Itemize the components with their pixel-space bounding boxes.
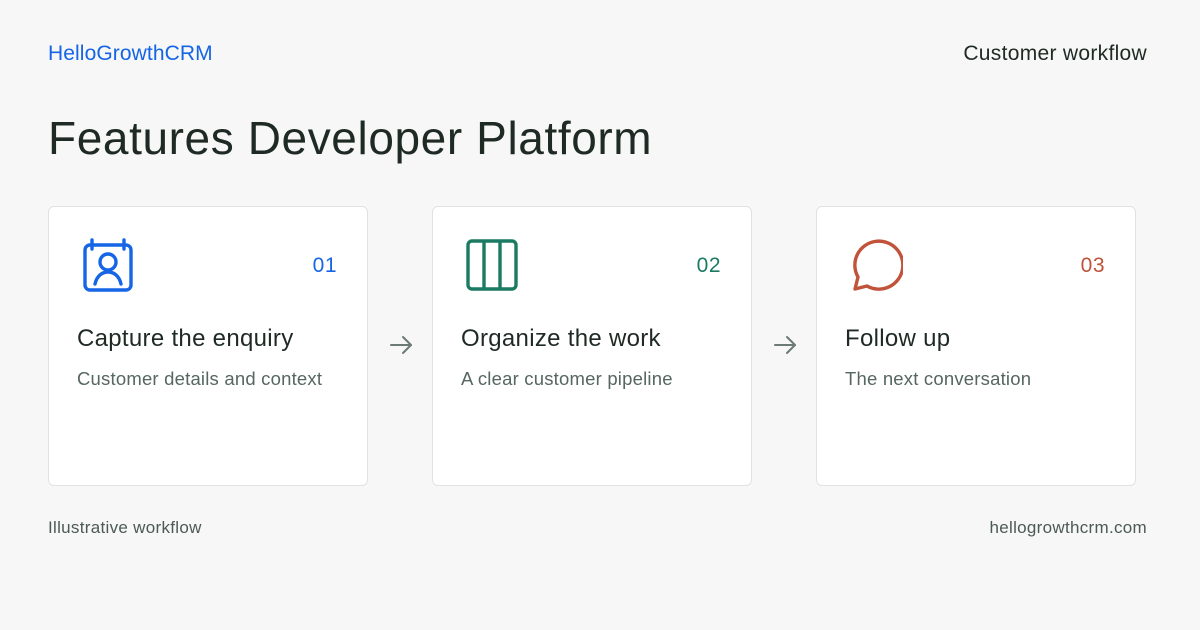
contact-card-icon: [81, 238, 135, 292]
step-title: Follow up: [845, 325, 951, 352]
step-number: 03: [1080, 254, 1105, 277]
step-title: Organize the work: [461, 325, 661, 352]
step-description: A clear customer pipeline: [461, 368, 673, 389]
footer-note: Illustrative workflow: [48, 518, 202, 537]
step-number: 02: [696, 254, 721, 277]
workflow-steps: 01 Capture the enquiry Customer details …: [48, 206, 1136, 486]
step-title: Capture the enquiry: [77, 325, 294, 352]
step-description: Customer details and context: [77, 368, 323, 389]
page-title: Features Developer Platform: [48, 112, 653, 164]
section-label: Customer workflow: [963, 42, 1147, 65]
step-card-organize: 02 Organize the work A clear customer pi…: [432, 206, 752, 486]
step-number: 01: [312, 254, 337, 277]
chat-bubble-icon: [849, 238, 903, 292]
columns-icon: [465, 238, 519, 292]
footer-site-link[interactable]: hellogrowthcrm.com: [989, 518, 1147, 538]
step-card-follow-up: 03 Follow up The next conversation: [816, 206, 1136, 486]
brand-logo[interactable]: HelloGrowthCRM: [48, 42, 213, 66]
step-card-capture: 01 Capture the enquiry Customer details …: [48, 206, 368, 486]
step-description: The next conversation: [845, 368, 1032, 389]
arrow-right-icon: [771, 333, 799, 357]
arrow-right-icon: [387, 333, 415, 357]
